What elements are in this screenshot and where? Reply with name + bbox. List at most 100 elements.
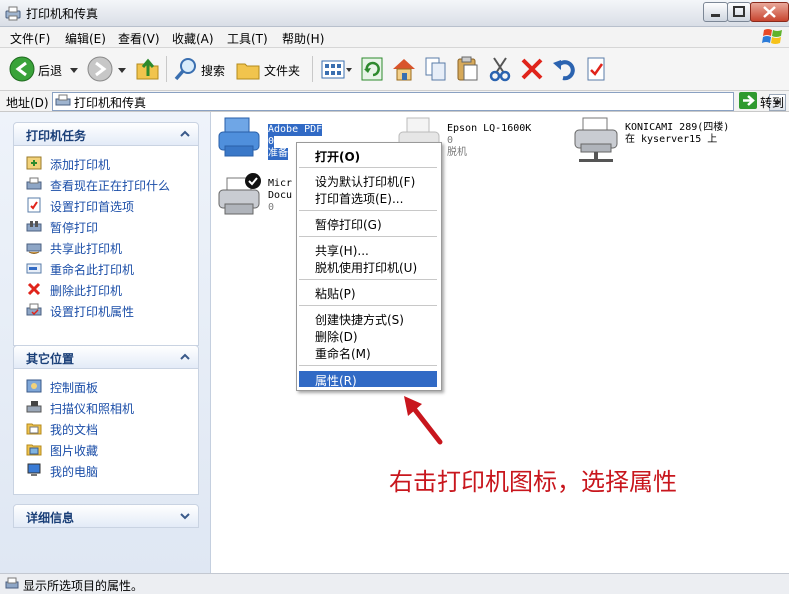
- address-input[interactable]: 打印机和传真: [52, 92, 786, 111]
- address-value: 打印机和传真: [74, 96, 147, 110]
- printer-jobs: 0: [268, 202, 275, 213]
- context-menu: 打开(O) 设为默认打印机(F) 打印首选项(E)... 暂停打印(G) 共享(…: [296, 142, 442, 391]
- printer-location: 在 kyserver15 上: [625, 134, 718, 145]
- address-label: 地址(D): [6, 96, 49, 110]
- my-computer-icon: [27, 463, 41, 476]
- rename-icon: [26, 263, 42, 274]
- menu-open[interactable]: 打开(O): [315, 148, 360, 165]
- menu-delete[interactable]: 删除(D): [315, 328, 358, 345]
- pause-icon: [26, 221, 42, 232]
- menu-properties[interactable]: 属性(R): [315, 372, 357, 389]
- printer-properties-icon: [26, 303, 42, 316]
- menu-bar: 文件(F) 编辑(E) 查看(V) 收藏(A) 工具(T) 帮助(H): [0, 27, 789, 48]
- status-bar: 显示所选项目的属性。: [0, 573, 789, 594]
- menu-tools[interactable]: 工具(T): [227, 30, 268, 47]
- my-pictures-icon: [26, 444, 42, 456]
- menu-edit[interactable]: 编辑(E): [65, 30, 106, 47]
- printer-jobs: 0: [447, 135, 454, 146]
- back-dropdown-icon[interactable]: [68, 54, 80, 84]
- menu-set-default[interactable]: 设为默认打印机(F): [315, 173, 415, 190]
- toolbar-separator: [166, 56, 167, 82]
- preferences-icon: [27, 197, 41, 213]
- menu-separator: [299, 236, 437, 237]
- views-icon[interactable]: [320, 54, 354, 84]
- toolbar: 后退 搜索 文件夹: [0, 48, 789, 91]
- up-folder-icon[interactable]: [134, 54, 162, 84]
- printer-name: Micr: [268, 178, 293, 189]
- undo-icon[interactable]: [551, 54, 577, 84]
- menu-rename[interactable]: 重命名(M): [315, 345, 371, 362]
- printer-item-konicami[interactable]: KONICAMI 289(四楼) 在 kyserver15 上: [573, 112, 783, 168]
- share-printer-icon: [26, 243, 42, 254]
- menu-create-shortcut[interactable]: 创建快捷方式(S): [315, 311, 404, 328]
- back-button-label[interactable]: 后退: [38, 62, 62, 79]
- annotation-arrow-icon: [404, 396, 443, 445]
- printer-folder-icon: [55, 94, 71, 106]
- copy-to-icon[interactable]: [423, 54, 449, 84]
- other-places-panel: 其它位置 控制面板 扫描仪和照相机 我的文档 图片收藏 我的电脑: [13, 345, 199, 495]
- printer-tasks-header[interactable]: 打印机任务: [14, 123, 198, 146]
- chevron-up-icon[interactable]: [178, 127, 192, 141]
- refresh-icon[interactable]: [360, 54, 386, 84]
- menu-separator: [299, 167, 437, 168]
- forward-arrow-icon[interactable]: [86, 54, 114, 84]
- network-printer-icon: [574, 117, 618, 162]
- other-places-header[interactable]: 其它位置: [14, 346, 198, 369]
- maximize-icon: [733, 6, 745, 17]
- menu-separator: [299, 305, 437, 306]
- printer-name: Epson LQ-1600K: [447, 123, 532, 134]
- paste-icon[interactable]: [455, 54, 481, 84]
- details-header[interactable]: 详细信息: [14, 505, 198, 528]
- add-printer-icon: [26, 156, 42, 170]
- printer-status-icon: [5, 577, 19, 589]
- title-bar: 打印机和传真: [0, 0, 789, 27]
- menu-pause-printing[interactable]: 暂停打印(G): [315, 216, 382, 233]
- properties-icon[interactable]: [584, 54, 608, 84]
- delete-icon[interactable]: [519, 54, 545, 84]
- menu-view[interactable]: 查看(V): [118, 30, 160, 47]
- printer-folder-icon: [5, 6, 21, 21]
- forward-dropdown-icon[interactable]: [116, 54, 128, 84]
- back-arrow-icon[interactable]: [8, 54, 36, 84]
- menu-share[interactable]: 共享(H)...: [315, 242, 369, 259]
- search-icon[interactable]: [172, 54, 200, 84]
- close-button[interactable]: [750, 2, 789, 22]
- status-text: 显示所选项目的属性。: [23, 579, 144, 593]
- printer-name: Adobe PDF: [268, 124, 323, 136]
- menu-favorites[interactable]: 收藏(A): [172, 30, 214, 47]
- go-arrow-icon[interactable]: [739, 92, 757, 109]
- print-queue-icon: [26, 177, 42, 190]
- close-icon: [763, 6, 776, 18]
- maximize-button[interactable]: [727, 2, 751, 22]
- home-icon[interactable]: [390, 54, 418, 84]
- task-pane: 打印机任务 添加打印机 查看现在正在打印什么 设置打印首选项 暂停打印 共享此打…: [0, 112, 211, 573]
- windows-logo-icon: [762, 29, 782, 44]
- go-button-label[interactable]: 转到: [760, 94, 784, 111]
- printer-tasks-panel: 打印机任务 添加打印机 查看现在正在打印什么 设置打印首选项 暂停打印 共享此打…: [13, 122, 199, 346]
- printer-item-document-writer[interactable]: Micr Docu 0: [217, 170, 307, 220]
- annotation-text: 右击打印机图标，选择属性: [389, 468, 677, 496]
- menu-print-preferences[interactable]: 打印首选项(E)...: [315, 190, 403, 207]
- minimize-button[interactable]: [703, 2, 728, 22]
- menu-separator: [299, 279, 437, 280]
- delete-icon: [27, 282, 41, 296]
- panel-title: 打印机任务: [26, 129, 87, 143]
- folders-button-label[interactable]: 文件夹: [264, 62, 300, 79]
- chevron-down-icon[interactable]: [178, 509, 192, 523]
- search-button-label[interactable]: 搜索: [201, 62, 225, 79]
- window-title: 打印机和传真: [26, 7, 99, 21]
- minimize-icon: [711, 14, 720, 17]
- cut-icon[interactable]: [487, 54, 513, 84]
- folders-icon[interactable]: [235, 54, 263, 84]
- menu-help[interactable]: 帮助(H): [282, 30, 324, 47]
- menu-file[interactable]: 文件(F): [10, 30, 50, 47]
- menu-paste[interactable]: 粘贴(P): [315, 285, 356, 302]
- menu-use-offline[interactable]: 脱机使用打印机(U): [315, 259, 417, 276]
- printer-jobs: 0: [268, 136, 275, 148]
- my-documents-icon: [26, 423, 42, 435]
- printer-name: KONICAMI 289(四楼): [625, 122, 730, 133]
- chevron-up-icon[interactable]: [178, 350, 192, 364]
- printer-name-line2: Docu: [268, 190, 293, 201]
- details-panel: 详细信息: [13, 504, 199, 528]
- menu-separator: [299, 210, 437, 211]
